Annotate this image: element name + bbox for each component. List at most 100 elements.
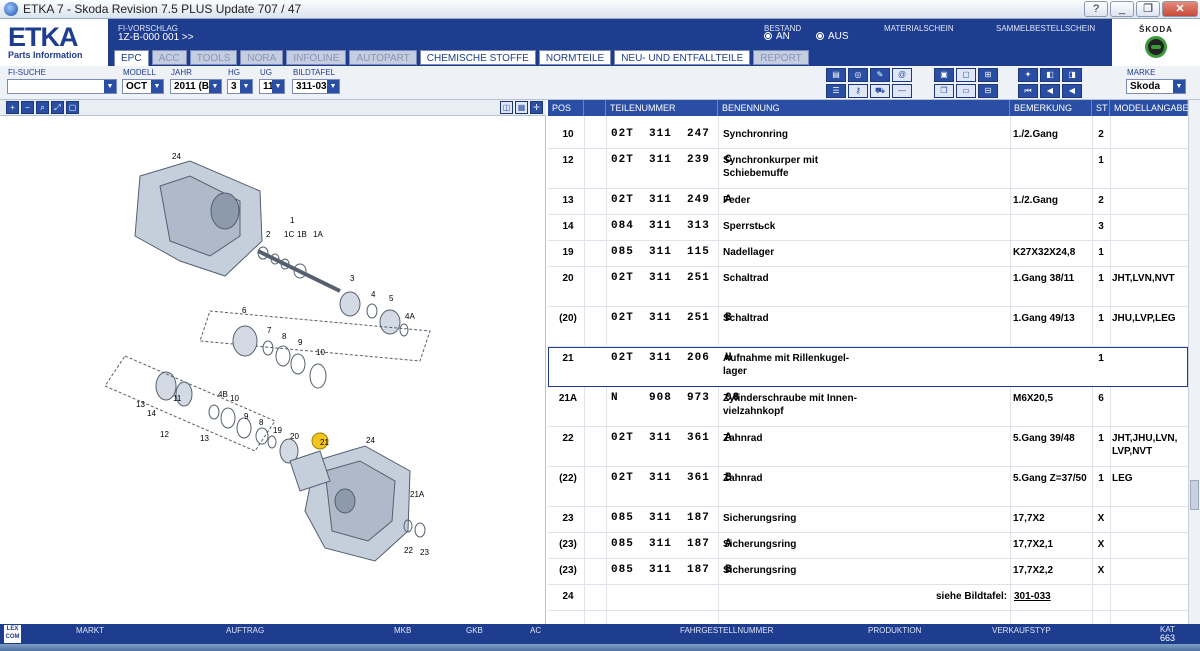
sammelbestellschein-label[interactable]: SAMMELBESTELLSCHEIN — [996, 24, 1095, 33]
zoom-window-icon[interactable]: ▢ — [66, 101, 79, 114]
callout-label[interactable]: 10 — [230, 394, 239, 403]
col-st[interactable]: ST — [1092, 100, 1110, 116]
bestand-aus-radio[interactable]: AUS — [816, 31, 849, 42]
table-row[interactable]: (22) 02T 311 361 B Zahnrad 5.Gang Z=37/50 1 L… — [548, 467, 1188, 507]
chevron-down-icon[interactable]: ▼ — [272, 80, 284, 93]
callout-label[interactable]: 24 — [366, 436, 375, 445]
table-row[interactable]: 10 02T 311 247 Synchronring 1./2.Gang 2 — [548, 123, 1188, 149]
table-row[interactable]: 21 02T 311 206 H Aufnahme mit Rillenkugel-… — [548, 347, 1188, 387]
page-forward-icon[interactable]: ◨ — [1062, 68, 1082, 82]
list-icon[interactable]: ☰ — [826, 84, 846, 98]
callout-label[interactable]: 5 — [389, 294, 393, 303]
col-benennung[interactable]: BENENNUNG — [718, 100, 1010, 116]
zoom-fit-icon[interactable]: ⌕ — [36, 101, 49, 114]
callout-label[interactable]: 9 — [244, 412, 248, 421]
table-row[interactable]: (23) 085 311 187 B Sicherungsring 17,7X2,2 X — [548, 559, 1188, 585]
copy-icon[interactable]: ❐ — [934, 84, 954, 98]
col-bemerkung[interactable]: BEMERKUNG — [1010, 100, 1092, 116]
callout-label[interactable]: 4B — [218, 390, 228, 399]
callout-label[interactable]: 4 — [371, 290, 375, 299]
callout-label[interactable]: 23 — [420, 548, 429, 557]
chevron-down-icon[interactable]: ▼ — [240, 80, 252, 93]
col-pos[interactable]: POS — [548, 100, 584, 116]
print-icon[interactable]: ▤ — [826, 68, 846, 82]
table-scrollbar[interactable] — [1188, 100, 1200, 624]
table-row[interactable]: 24 siehe Bildtafel: 301-033 — [548, 585, 1188, 611]
callout-label[interactable]: 22 — [404, 546, 413, 555]
table-row[interactable]: 22 02T 311 361 A Zahnrad 5.Gang 39/48 1 JHT,J… — [548, 427, 1188, 467]
zoom-in-icon[interactable]: + — [6, 101, 19, 114]
callout-label[interactable]: 13 — [136, 400, 145, 409]
fi-vorschlag-value[interactable]: 1Z-B-000 001 >> — [118, 32, 194, 43]
callout-label[interactable]: 14 — [147, 409, 156, 418]
table-row[interactable]: (20) 02T 311 251 B Schaltrad 1.Gang 49/13 1 J… — [548, 307, 1188, 347]
tab-neu-und-entfallteile[interactable]: NEU- UND ENTFALLTEILE — [614, 50, 751, 65]
table-row[interactable]: 20 02T 311 251 Schaltrad 1.Gang 38/11 1 JHT,L… — [548, 267, 1188, 307]
fi-suche-input[interactable]: ▼ — [7, 79, 117, 94]
pin-icon[interactable]: ✦ — [1018, 68, 1038, 82]
callout-label[interactable]: 3 — [350, 274, 354, 283]
callout-label[interactable]: 20 — [290, 432, 299, 441]
callout-label[interactable]: 19 — [273, 426, 282, 435]
table-row[interactable]: 23 085 311 187 Sicherungsring 17,7X2 X — [548, 507, 1188, 533]
callout-label[interactable]: 11 — [173, 394, 181, 403]
callout-label[interactable]: 8 — [259, 418, 263, 427]
cart-icon[interactable]: ⊞ — [978, 68, 998, 82]
ug-select[interactable]: 11 ▼ — [259, 79, 285, 94]
chevron-down-icon[interactable]: ▼ — [327, 80, 339, 93]
callout-label[interactable]: 7 — [267, 326, 271, 335]
layout-full-icon[interactable]: ▦ — [515, 101, 528, 114]
close-button[interactable]: ✕ — [1162, 1, 1198, 17]
key-icon[interactable]: ⚷ — [848, 84, 868, 98]
tab-chemische-stoffe[interactable]: CHEMISCHE STOFFE — [419, 50, 536, 65]
tab-report[interactable]: REPORT — [753, 50, 809, 65]
zoom-out-icon[interactable]: − — [21, 101, 34, 114]
page-back-icon[interactable]: ◧ — [1040, 68, 1060, 82]
callout-label[interactable]: 1A — [313, 230, 323, 239]
scrollbar-thumb[interactable] — [1190, 480, 1199, 510]
tire-icon[interactable]: ◎ — [848, 68, 868, 82]
callout-label[interactable]: 1B — [297, 230, 307, 239]
callout-label[interactable]: 24 — [172, 152, 181, 161]
depot-icon[interactable]: ▢ — [956, 68, 976, 82]
bildtafel-link[interactable]: 301-033 — [1014, 590, 1051, 603]
tab-tools[interactable]: TOOLS — [189, 50, 238, 65]
help-button[interactable]: ? — [1084, 1, 1108, 17]
tab-nora[interactable]: NORA — [240, 50, 284, 65]
maximize-button[interactable]: ❐ — [1136, 1, 1160, 17]
col-modellangabe[interactable]: MODELLANGABE — [1110, 100, 1188, 116]
chevron-down-icon[interactable]: ▼ — [209, 80, 221, 93]
bestand-an-radio[interactable]: AN — [764, 31, 790, 42]
hg-select[interactable]: 3 ▼ — [227, 79, 253, 94]
tools-icon[interactable]: ✎ — [870, 68, 890, 82]
tab-epc[interactable]: EPC — [114, 50, 149, 67]
layout-split-icon[interactable]: ◫ — [500, 101, 513, 114]
bildtafel-select[interactable]: 311-033 ▼ — [292, 79, 340, 94]
col-teilenummer[interactable]: TEILENUMMER — [606, 100, 718, 116]
cart-add-icon[interactable]: ⊟ — [978, 84, 998, 98]
callout-label[interactable]: 21A — [410, 490, 424, 499]
monitor-icon[interactable]: ▭ — [956, 84, 976, 98]
pan-icon[interactable]: ✛ — [530, 101, 543, 114]
table-row[interactable]: 21A N 908 973 08 Zylinderschraube mit Inne… — [548, 387, 1188, 427]
tab-autopart[interactable]: AUTOPART — [349, 50, 417, 65]
first-icon[interactable]: ⏮ — [1018, 84, 1038, 98]
table-row[interactable]: 14 084 311 313 Sperrstьck 3 — [548, 215, 1188, 241]
table-row[interactable]: (23) 085 311 187 A Sicherungsring 17,7X2,1 X — [548, 533, 1188, 559]
table-row[interactable]: 12 02T 311 239 C Synchronkurper mit Schieb… — [548, 149, 1188, 189]
car-icon[interactable]: ⛟ — [870, 84, 890, 98]
chevron-down-icon[interactable]: ▼ — [104, 80, 116, 93]
materialschein-label[interactable]: MATERIALSCHEIN — [884, 24, 954, 33]
marke-select[interactable]: Skoda ▼ — [1126, 79, 1186, 94]
jahr-select[interactable]: 2011 (B) ▼ — [170, 79, 222, 94]
email-icon[interactable]: @ — [892, 68, 912, 82]
table-row[interactable]: 13 02T 311 249 A Feder 1./2.Gang 2 — [548, 189, 1188, 215]
modell-select[interactable]: OCT ▼ — [122, 79, 164, 94]
callout-label[interactable]: 12 — [160, 430, 169, 439]
chevron-down-icon[interactable]: ▼ — [151, 80, 163, 93]
callout-label[interactable]: 8 — [282, 332, 286, 341]
chevron-down-icon[interactable]: ▼ — [1173, 80, 1185, 93]
tab-acc[interactable]: ACC — [151, 50, 187, 65]
callout-label[interactable]: 13 — [200, 434, 209, 443]
callout-label[interactable]: 6 — [242, 306, 246, 315]
